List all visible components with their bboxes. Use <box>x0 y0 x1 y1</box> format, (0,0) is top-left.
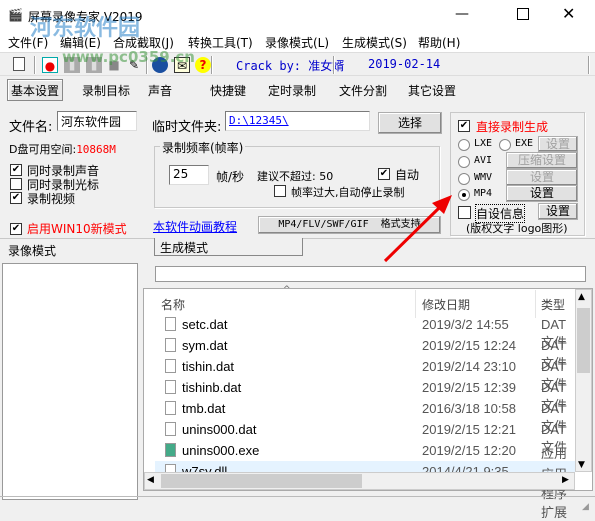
red-arrow-annotation <box>383 195 452 263</box>
